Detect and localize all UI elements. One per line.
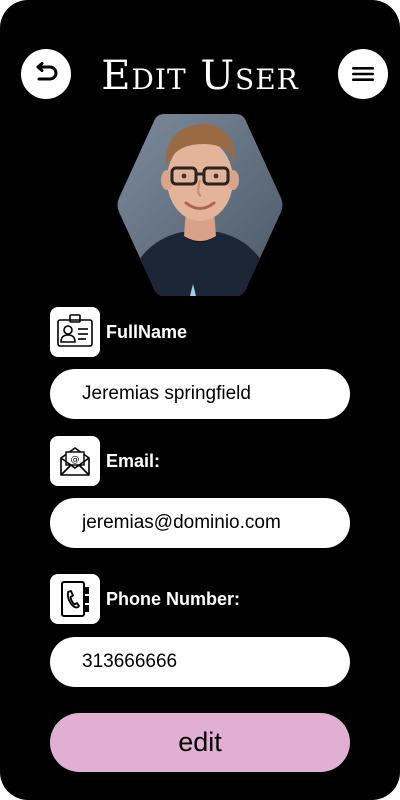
envelope-icon: @ — [50, 436, 100, 486]
back-button[interactable] — [21, 49, 71, 99]
svg-text:@: @ — [71, 455, 80, 465]
id-card-icon — [50, 307, 100, 357]
email-input[interactable] — [50, 498, 350, 548]
hamburger-menu-icon — [352, 67, 374, 81]
email-label: Email: — [106, 450, 161, 471]
back-arrow-icon — [36, 62, 58, 81]
avatar-image — [117, 114, 283, 296]
fullname-label: FullName — [106, 321, 188, 342]
phone-book-icon — [50, 574, 100, 624]
menu-button[interactable] — [338, 49, 388, 99]
phone-label: Phone Number: — [106, 588, 241, 609]
page-title: Edit User — [101, 53, 299, 99]
edit-button[interactable]: edit — [50, 713, 350, 772]
header: Edit User — [0, 40, 400, 110]
avatar[interactable] — [116, 114, 284, 296]
fullname-input[interactable] — [50, 369, 350, 419]
phone-label-row: Phone Number: — [50, 574, 240, 624]
email-label-row: @ Email: — [50, 436, 160, 486]
edit-user-screen: Edit User FullName Jeremias springfield … — [0, 0, 400, 800]
phone-input[interactable] — [50, 637, 350, 687]
fullname-label-row: FullName — [50, 307, 187, 357]
